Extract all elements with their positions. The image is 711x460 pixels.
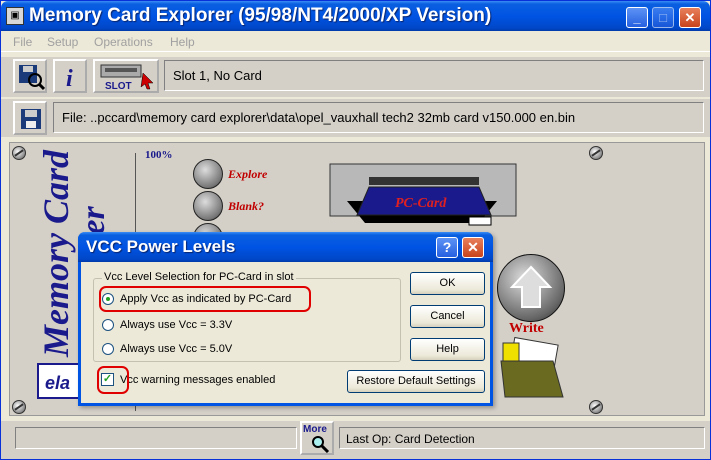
menu-file[interactable]: File [13, 35, 32, 49]
group-label: Vcc Level Selection for PC-Card in slot [102, 271, 296, 283]
vcc-power-dialog: VCC Power Levels ? ✕ Vcc Level Selection… [78, 232, 493, 406]
checkbox-label: Vcc warning messages enabled [120, 373, 276, 386]
menu-operations[interactable]: Operations [94, 35, 153, 49]
radio-vcc-5v0[interactable]: Always use Vcc = 5.0V [102, 343, 232, 355]
radio-label: Always use Vcc = 3.3V [120, 319, 233, 331]
radio-vcc-3v3[interactable]: Always use Vcc = 3.3V [102, 319, 232, 331]
write-label: Write [509, 321, 544, 336]
status-bar: More Last Op: Card Detection [1, 421, 710, 459]
card-reader-icon: PC-Card [329, 163, 517, 226]
minimize-button[interactable]: _ [626, 7, 648, 28]
magnifier-icon [312, 436, 330, 453]
screw-icon [12, 400, 26, 414]
dialog-close-button[interactable]: ✕ [462, 237, 484, 258]
menu-bar: File Setup Operations Help [1, 32, 710, 52]
dialog-help-icon[interactable]: ? [436, 237, 458, 258]
toolbar-row-2: File: ..pccard\memory card explorer\data… [1, 99, 710, 137]
app-icon: ▣ [6, 7, 24, 25]
slot-tool-button[interactable]: SLOT [93, 59, 159, 93]
logo-text: ela [45, 373, 71, 393]
dialog-title-bar[interactable]: VCC Power Levels ? ✕ [78, 232, 493, 262]
more-button[interactable]: More [300, 421, 334, 455]
save-tool-button[interactable] [13, 101, 47, 135]
title-bar[interactable]: ▣ Memory Card Explorer (95/98/NT4/2000/X… [1, 1, 710, 31]
slot-label: SLOT [105, 81, 132, 91]
annotation-highlight [99, 286, 311, 312]
explore-button[interactable] [193, 159, 223, 189]
menu-help[interactable]: Help [170, 35, 195, 49]
info-tool-button[interactable]: i [53, 59, 87, 93]
folder-icon [500, 337, 564, 398]
dialog-title: VCC Power Levels [86, 237, 236, 256]
help-button[interactable]: Help [410, 338, 485, 361]
status-field-left [15, 427, 297, 449]
card-label: PC-Card [395, 196, 447, 211]
maximize-button[interactable]: □ [652, 7, 674, 28]
file-path-field: File: ..pccard\memory card explorer\data… [53, 102, 704, 133]
floppy-icon [21, 109, 41, 129]
radio-label: Always use Vcc = 5.0V [120, 343, 233, 355]
vertical-title-1: Memory Card [36, 150, 76, 357]
meter-top-label: 100% [145, 149, 173, 161]
blank-check-label: Blank? [228, 199, 265, 213]
floppy-search-icon [19, 65, 45, 91]
screw-icon [12, 146, 26, 160]
slot-icon: SLOT [100, 64, 154, 91]
explore-tool-button[interactable] [13, 59, 47, 93]
annotation-highlight [97, 366, 129, 394]
window-title: Memory Card Explorer (95/98/NT4/2000/XP … [29, 5, 492, 26]
arrow-up-icon [509, 265, 553, 308]
radio-button[interactable] [102, 319, 114, 331]
explore-label: Explore [228, 167, 268, 181]
info-icon: i [66, 66, 73, 91]
blank-check-button[interactable] [193, 191, 223, 221]
slot-status-field: Slot 1, No Card [164, 60, 704, 91]
ok-button[interactable]: OK [410, 272, 485, 295]
last-op-field: Last Op: Card Detection [339, 427, 705, 449]
radio-button[interactable] [102, 343, 114, 355]
restore-defaults-button[interactable]: Restore Default Settings [347, 370, 485, 393]
toolbar-row-1: i SLOT Slot 1, No Card [1, 57, 710, 97]
screw-icon [589, 400, 603, 414]
cancel-button[interactable]: Cancel [410, 305, 485, 328]
menu-setup[interactable]: Setup [47, 35, 78, 49]
ela-logo: ela [37, 363, 83, 399]
svg-text:i: i [66, 66, 73, 91]
close-button[interactable]: ✕ [679, 7, 701, 28]
write-button[interactable] [497, 254, 565, 322]
screw-icon [589, 146, 603, 160]
more-label: More [303, 424, 327, 435]
